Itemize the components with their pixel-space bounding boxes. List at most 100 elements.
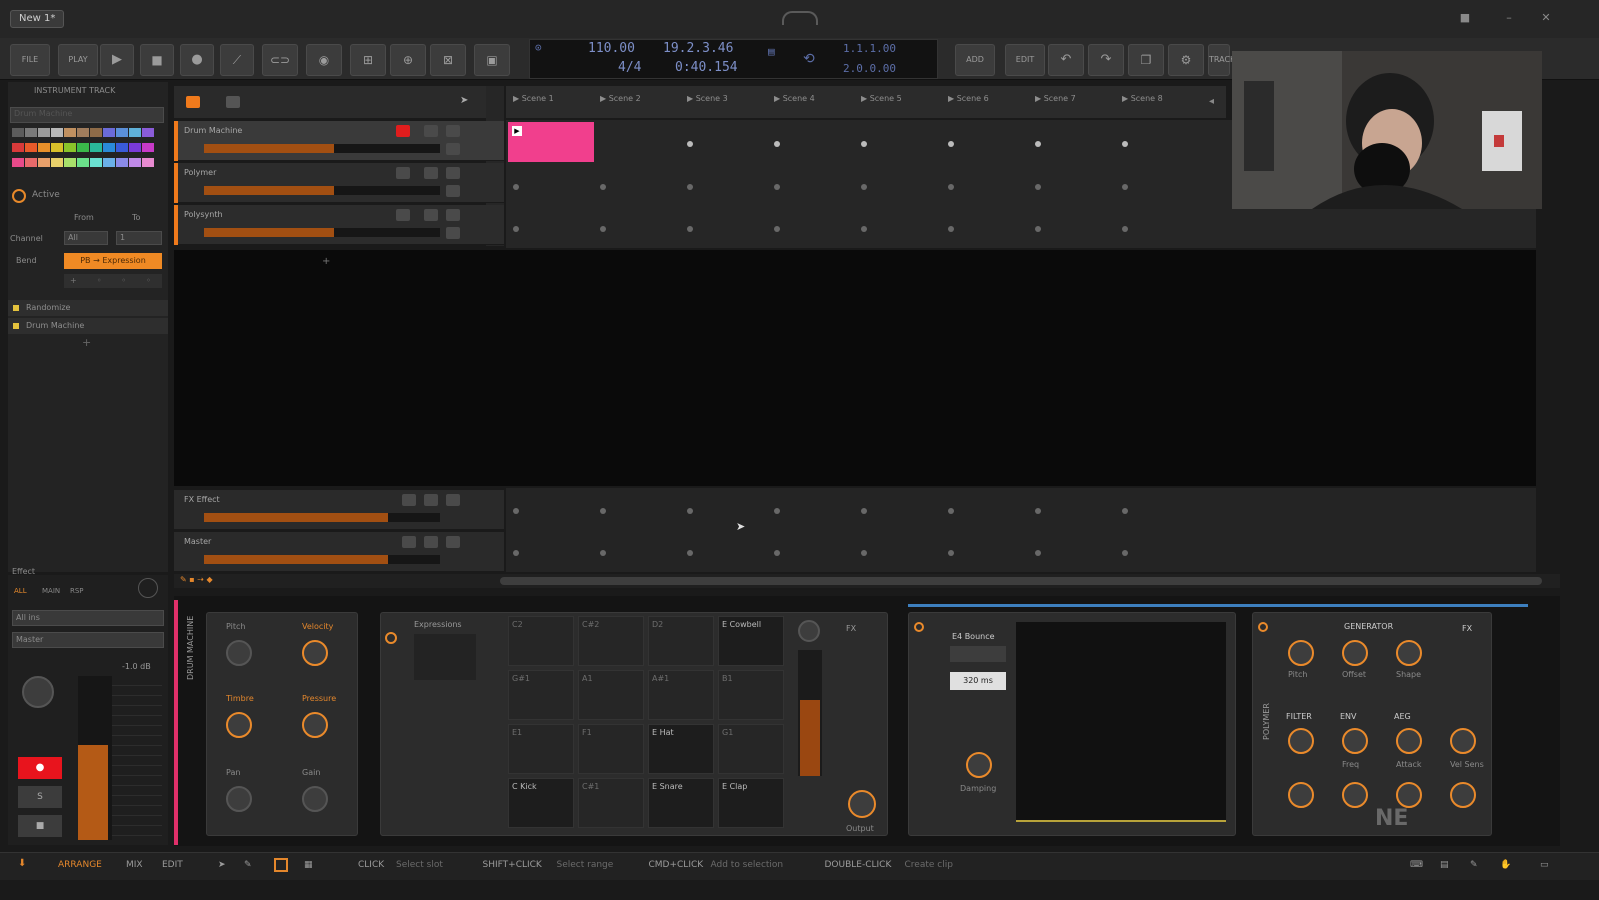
color-swatch[interactable] <box>116 158 128 167</box>
scene-launch-button[interactable]: ▶ Scene 5 <box>861 94 902 103</box>
drum-pad[interactable]: E Hat <box>648 724 714 774</box>
clip-slot[interactable] <box>861 141 867 147</box>
track-volume-slider[interactable] <box>204 228 440 237</box>
clip-slot[interactable] <box>600 226 606 232</box>
color-swatch[interactable] <box>64 128 76 137</box>
sync-icon[interactable]: ▤ <box>768 45 775 58</box>
settings-icon[interactable]: ⚙ <box>1168 44 1204 76</box>
expressions-panel[interactable] <box>414 634 476 680</box>
gain-knob[interactable] <box>798 620 820 642</box>
file-icon[interactable]: ▤ <box>1440 860 1449 870</box>
color-swatch[interactable] <box>51 128 63 137</box>
launch-quantize-icon[interactable]: ⊠ <box>430 44 466 76</box>
copy-icon[interactable]: ❐ <box>1128 44 1164 76</box>
file-menu-button[interactable]: FILE <box>10 44 50 76</box>
color-swatch[interactable] <box>25 158 37 167</box>
clip-slot[interactable] <box>687 508 693 514</box>
color-swatch[interactable] <box>38 143 50 152</box>
drum-pad[interactable]: C2 <box>508 616 574 666</box>
track-volume-slider[interactable] <box>204 555 440 564</box>
record-arm-button[interactable] <box>396 209 410 221</box>
track-header[interactable]: Polymer <box>174 163 504 203</box>
parameter-knob[interactable] <box>302 712 328 738</box>
drum-pad[interactable]: C Kick <box>508 778 574 828</box>
close-icon[interactable]: ✕ <box>1540 12 1552 24</box>
add-device-icon[interactable]: + <box>82 336 91 349</box>
track-menu-button[interactable]: TRACK <box>1208 44 1235 76</box>
panel-icon[interactable]: ▭ <box>1540 860 1549 870</box>
scrollbar-thumb[interactable] <box>500 577 1542 585</box>
track-name[interactable]: Master <box>184 537 211 546</box>
track-name-field[interactable]: Drum Machine <box>10 107 164 123</box>
solo-button[interactable] <box>402 494 416 506</box>
track-header[interactable]: Drum Machine <box>174 121 504 161</box>
edit-menu-button[interactable]: EDIT <box>1005 44 1045 76</box>
clip-play-icon[interactable]: ▶ <box>512 126 522 136</box>
generator-knob[interactable] <box>1288 640 1314 666</box>
bounce-mode-select[interactable] <box>950 646 1006 662</box>
notification-icon[interactable]: ⬇ <box>18 858 26 869</box>
clip-slot[interactable] <box>687 141 693 147</box>
clip-slot[interactable] <box>861 226 867 232</box>
punch-in-icon[interactable]: ⊞ <box>350 44 386 76</box>
color-swatch[interactable] <box>90 158 102 167</box>
synth-knob[interactable] <box>1288 782 1314 808</box>
color-swatch[interactable] <box>64 158 76 167</box>
color-swatch[interactable] <box>129 143 141 152</box>
clip-slot[interactable] <box>600 550 606 556</box>
clip-slot[interactable] <box>687 550 693 556</box>
solo-button[interactable] <box>424 209 438 221</box>
channel-to-select[interactable]: 1 <box>116 231 162 245</box>
color-swatch[interactable] <box>77 128 89 137</box>
polymer-power-icon[interactable] <box>1258 622 1268 632</box>
undo-icon[interactable]: ↶ <box>1048 44 1084 76</box>
window-pin-icon[interactable]: ■ <box>1459 12 1471 24</box>
add-marker-icon[interactable]: ⊕ <box>390 44 426 76</box>
color-swatch[interactable] <box>142 128 154 137</box>
synth-knob[interactable] <box>1288 728 1314 754</box>
synth-knob[interactable] <box>1396 728 1422 754</box>
scene-launch-button[interactable]: ▶ Scene 7 <box>1035 94 1076 103</box>
drum-pad[interactable]: A1 <box>578 670 644 720</box>
track-name[interactable]: FX Effect <box>184 495 220 504</box>
drum-pad[interactable]: E Clap <box>718 778 784 828</box>
output-knob[interactable] <box>848 790 876 818</box>
drum-pad[interactable]: G1 <box>718 724 784 774</box>
effect-track-header[interactable]: FX Effect <box>174 490 504 530</box>
power-icon[interactable] <box>12 189 26 203</box>
color-swatch[interactable] <box>90 128 102 137</box>
drum-pad[interactable]: C#2 <box>578 616 644 666</box>
clip-slot[interactable] <box>600 508 606 514</box>
parameter-knob[interactable] <box>302 786 328 812</box>
clip-slot[interactable] <box>513 226 519 232</box>
track-header[interactable]: Polysynth <box>174 205 504 245</box>
monitor-button[interactable] <box>446 536 460 548</box>
clip-slot[interactable] <box>513 550 519 556</box>
scene-launch-button[interactable]: ▶ Scene 3 <box>687 94 728 103</box>
minimize-icon[interactable]: – <box>1503 12 1515 24</box>
overdub-icon[interactable]: ⊂⊃ <box>262 44 298 76</box>
clip-slot[interactable] <box>774 184 780 190</box>
track-name[interactable]: Polysynth <box>184 210 223 219</box>
pb-expression-button[interactable]: PB → Expression <box>64 253 162 269</box>
color-swatch[interactable] <box>142 143 154 152</box>
color-swatch[interactable] <box>90 143 102 152</box>
track-volume-slider[interactable] <box>204 186 440 195</box>
scene-launch-button[interactable]: ▶ Scene 8 <box>1122 94 1163 103</box>
pan-knob[interactable] <box>22 676 54 708</box>
generator-knob[interactable] <box>1342 640 1368 666</box>
clip-slot[interactable] <box>861 184 867 190</box>
generator-knob[interactable] <box>1396 640 1422 666</box>
color-swatch[interactable] <box>77 143 89 152</box>
tab-mix[interactable]: MIX <box>126 860 143 870</box>
scene-launch-button[interactable]: ▶ Scene 2 <box>600 94 641 103</box>
effect-track-header[interactable]: Master <box>174 532 504 572</box>
bounce-power-icon[interactable] <box>914 622 924 632</box>
pencil-tool-icon[interactable]: ✎ <box>244 860 252 870</box>
loop-icon[interactable]: ⟲ <box>803 51 815 67</box>
add-track-icon[interactable]: + <box>322 256 330 267</box>
clip-slot[interactable] <box>774 550 780 556</box>
time-signature[interactable]: 4/4 <box>618 60 641 75</box>
channel-from-select[interactable]: All <box>64 231 108 245</box>
color-swatch[interactable] <box>38 128 50 137</box>
